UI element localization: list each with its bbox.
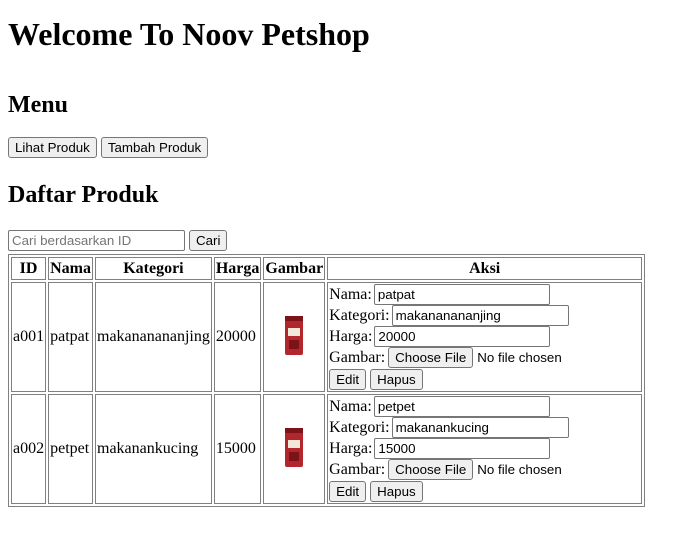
column-header-name: Nama	[48, 257, 93, 280]
image-label: Gambar:	[329, 349, 386, 366]
cell-image	[263, 394, 326, 504]
page-title: Welcome To Noov Petshop	[8, 16, 370, 52]
cell-name: patpat	[48, 282, 93, 392]
menu-heading: Menu	[8, 92, 68, 118]
choose-file-button[interactable]: Choose File	[388, 459, 474, 480]
edit-button[interactable]: Edit	[329, 481, 367, 502]
cell-image	[263, 282, 326, 392]
cell-id: a001	[11, 282, 47, 392]
category-field[interactable]	[391, 417, 569, 438]
product-image	[284, 314, 304, 361]
category-label: Kategori:	[329, 419, 390, 436]
cell-category: makananananjing	[95, 282, 212, 392]
category-label: Kategori:	[329, 307, 390, 324]
table-row: a002 petpet makanankucing 15000 Nama:pet…	[11, 394, 643, 504]
edit-button[interactable]: Edit	[329, 369, 367, 390]
cell-price: 15000	[213, 394, 262, 504]
cell-price: 20000	[213, 282, 262, 392]
add-product-button[interactable]: Tambah Produk	[100, 137, 209, 158]
search-button[interactable]: Cari	[189, 230, 228, 251]
table-header-row: ID Nama Kategori Harga Gambar Aksi	[11, 257, 643, 280]
price-field[interactable]	[374, 326, 551, 347]
cell-category: makanankucing	[95, 394, 212, 504]
column-header-id: ID	[11, 257, 47, 280]
search-input[interactable]	[8, 230, 185, 251]
delete-button[interactable]: Hapus	[370, 369, 423, 390]
category-field[interactable]	[391, 305, 569, 326]
cell-actions: Nama: Kategori: Harga: Gambar:Choose Fil…	[327, 282, 643, 392]
name-field[interactable]	[373, 284, 550, 305]
name-label: Nama:	[329, 398, 372, 415]
menu-bar: Lihat Produk Tambah Produk	[8, 137, 681, 159]
price-label: Harga:	[329, 440, 373, 457]
page: Welcome To Noov Petshop Menu Lihat Produ…	[0, 0, 689, 507]
search-bar: Cari	[8, 230, 681, 252]
name-label: Nama:	[329, 286, 372, 303]
product-table: ID Nama Kategori Harga Gambar Aksi a001 …	[8, 254, 646, 507]
cell-actions: Nama: Kategori: Harga: Gambar:Choose Fil…	[327, 394, 643, 504]
product-image	[284, 426, 304, 473]
column-header-price: Harga	[213, 257, 262, 280]
image-label: Gambar:	[329, 461, 386, 478]
column-header-actions: Aksi	[327, 257, 643, 280]
choose-file-button[interactable]: Choose File	[388, 347, 474, 368]
table-row: a001 patpat makananananjing 20000 Nama:p…	[11, 282, 643, 392]
view-products-button[interactable]: Lihat Produk	[8, 137, 97, 158]
name-field[interactable]	[373, 396, 550, 417]
file-status: No file chosen	[477, 462, 562, 477]
file-status: No file chosen	[477, 350, 562, 365]
column-header-image: Gambar	[263, 257, 326, 280]
price-label: Harga:	[329, 328, 373, 345]
column-header-category: Kategori	[95, 257, 212, 280]
delete-button[interactable]: Hapus	[370, 481, 423, 502]
cell-id: a002	[11, 394, 47, 504]
price-field[interactable]	[374, 438, 551, 459]
product-list-heading: Daftar Produk	[8, 182, 159, 208]
cell-name: petpet	[48, 394, 93, 504]
